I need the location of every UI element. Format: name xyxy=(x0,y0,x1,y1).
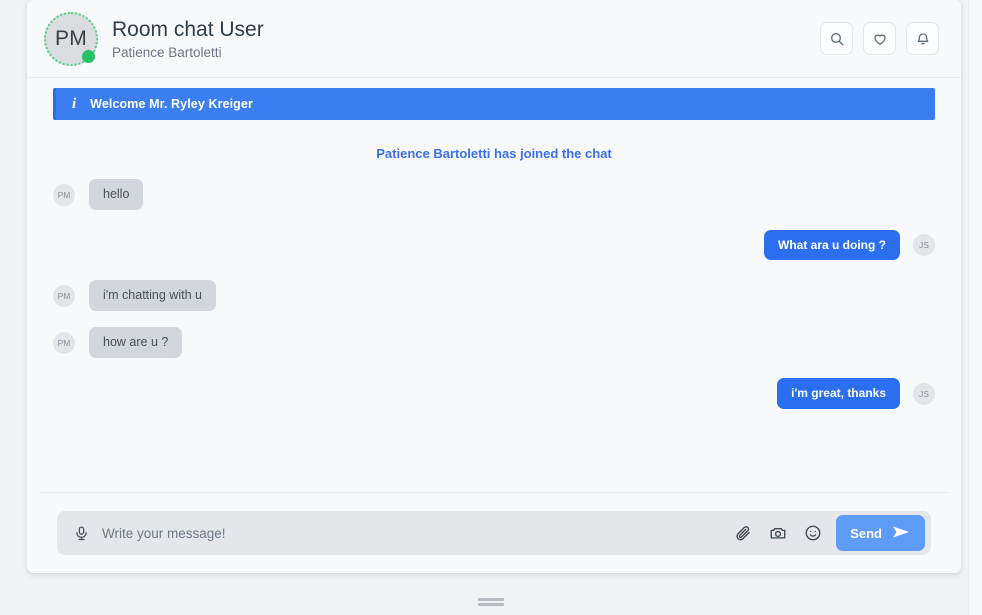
message-bubble: i'm chatting with u xyxy=(89,280,216,312)
message-row: What ara u doing ? JS xyxy=(39,216,949,266)
system-message: Patience Bartoletti has joined the chat xyxy=(376,146,612,161)
composer-area: Send xyxy=(39,492,949,573)
chat-header: PM Room chat User Patience Bartoletti xyxy=(27,0,961,78)
header-actions xyxy=(820,22,939,55)
send-button[interactable]: Send xyxy=(836,515,925,551)
message-bubble: hello xyxy=(89,179,144,210)
avatar: JS xyxy=(913,382,935,405)
room-subtitle: Patience Bartoletti xyxy=(112,45,222,61)
welcome-banner: i Welcome Mr. Ryley Kreiger xyxy=(53,88,935,120)
composer-icons xyxy=(734,524,822,542)
message-row: PM how are u ? xyxy=(39,317,949,364)
header-text: Room chat User Patience Bartoletti xyxy=(112,17,264,60)
avatar: PM xyxy=(53,331,75,354)
send-arrow-icon xyxy=(891,524,911,543)
bell-icon xyxy=(915,31,931,47)
page-title: Room chat User xyxy=(112,17,264,41)
microphone-icon[interactable] xyxy=(73,525,90,542)
message-row: i'm great, thanks JS xyxy=(39,364,949,414)
notifications-button[interactable] xyxy=(906,22,939,55)
message-bubble: how are u ? xyxy=(89,327,183,359)
favorite-button[interactable] xyxy=(863,22,896,55)
page-scrollbar[interactable] xyxy=(968,0,982,615)
welcome-banner-text: Welcome Mr. Ryley Kreiger xyxy=(90,97,253,111)
message-list[interactable]: i Welcome Mr. Ryley Kreiger Patience Bar… xyxy=(27,78,961,492)
search-icon xyxy=(829,31,845,47)
app-window: PM Room chat User Patience Bartoletti i … xyxy=(0,0,982,615)
avatar: PM xyxy=(53,284,75,307)
message-input[interactable] xyxy=(102,511,735,555)
composer: Send xyxy=(57,511,931,555)
message-bubble: What ara u doing ? xyxy=(764,230,900,261)
avatar: PM xyxy=(53,183,75,206)
send-button-label: Send xyxy=(850,525,882,541)
avatar: PM xyxy=(44,11,98,66)
message-bubble: i'm great, thanks xyxy=(777,378,900,409)
handle-bar xyxy=(478,603,504,606)
online-status-dot xyxy=(82,49,95,63)
info-icon: i xyxy=(72,95,77,112)
resize-handle[interactable] xyxy=(478,598,504,606)
heart-icon xyxy=(872,31,888,47)
camera-icon[interactable] xyxy=(769,524,787,542)
message-row: PM i'm chatting with u xyxy=(39,266,949,317)
smiley-icon[interactable] xyxy=(804,524,822,542)
search-button[interactable] xyxy=(820,22,853,55)
chat-card: PM Room chat User Patience Bartoletti i … xyxy=(27,0,961,573)
handle-bar xyxy=(478,598,504,601)
message-row: PM hello xyxy=(39,173,949,216)
paperclip-icon[interactable] xyxy=(734,524,752,542)
avatar: JS xyxy=(913,234,935,257)
